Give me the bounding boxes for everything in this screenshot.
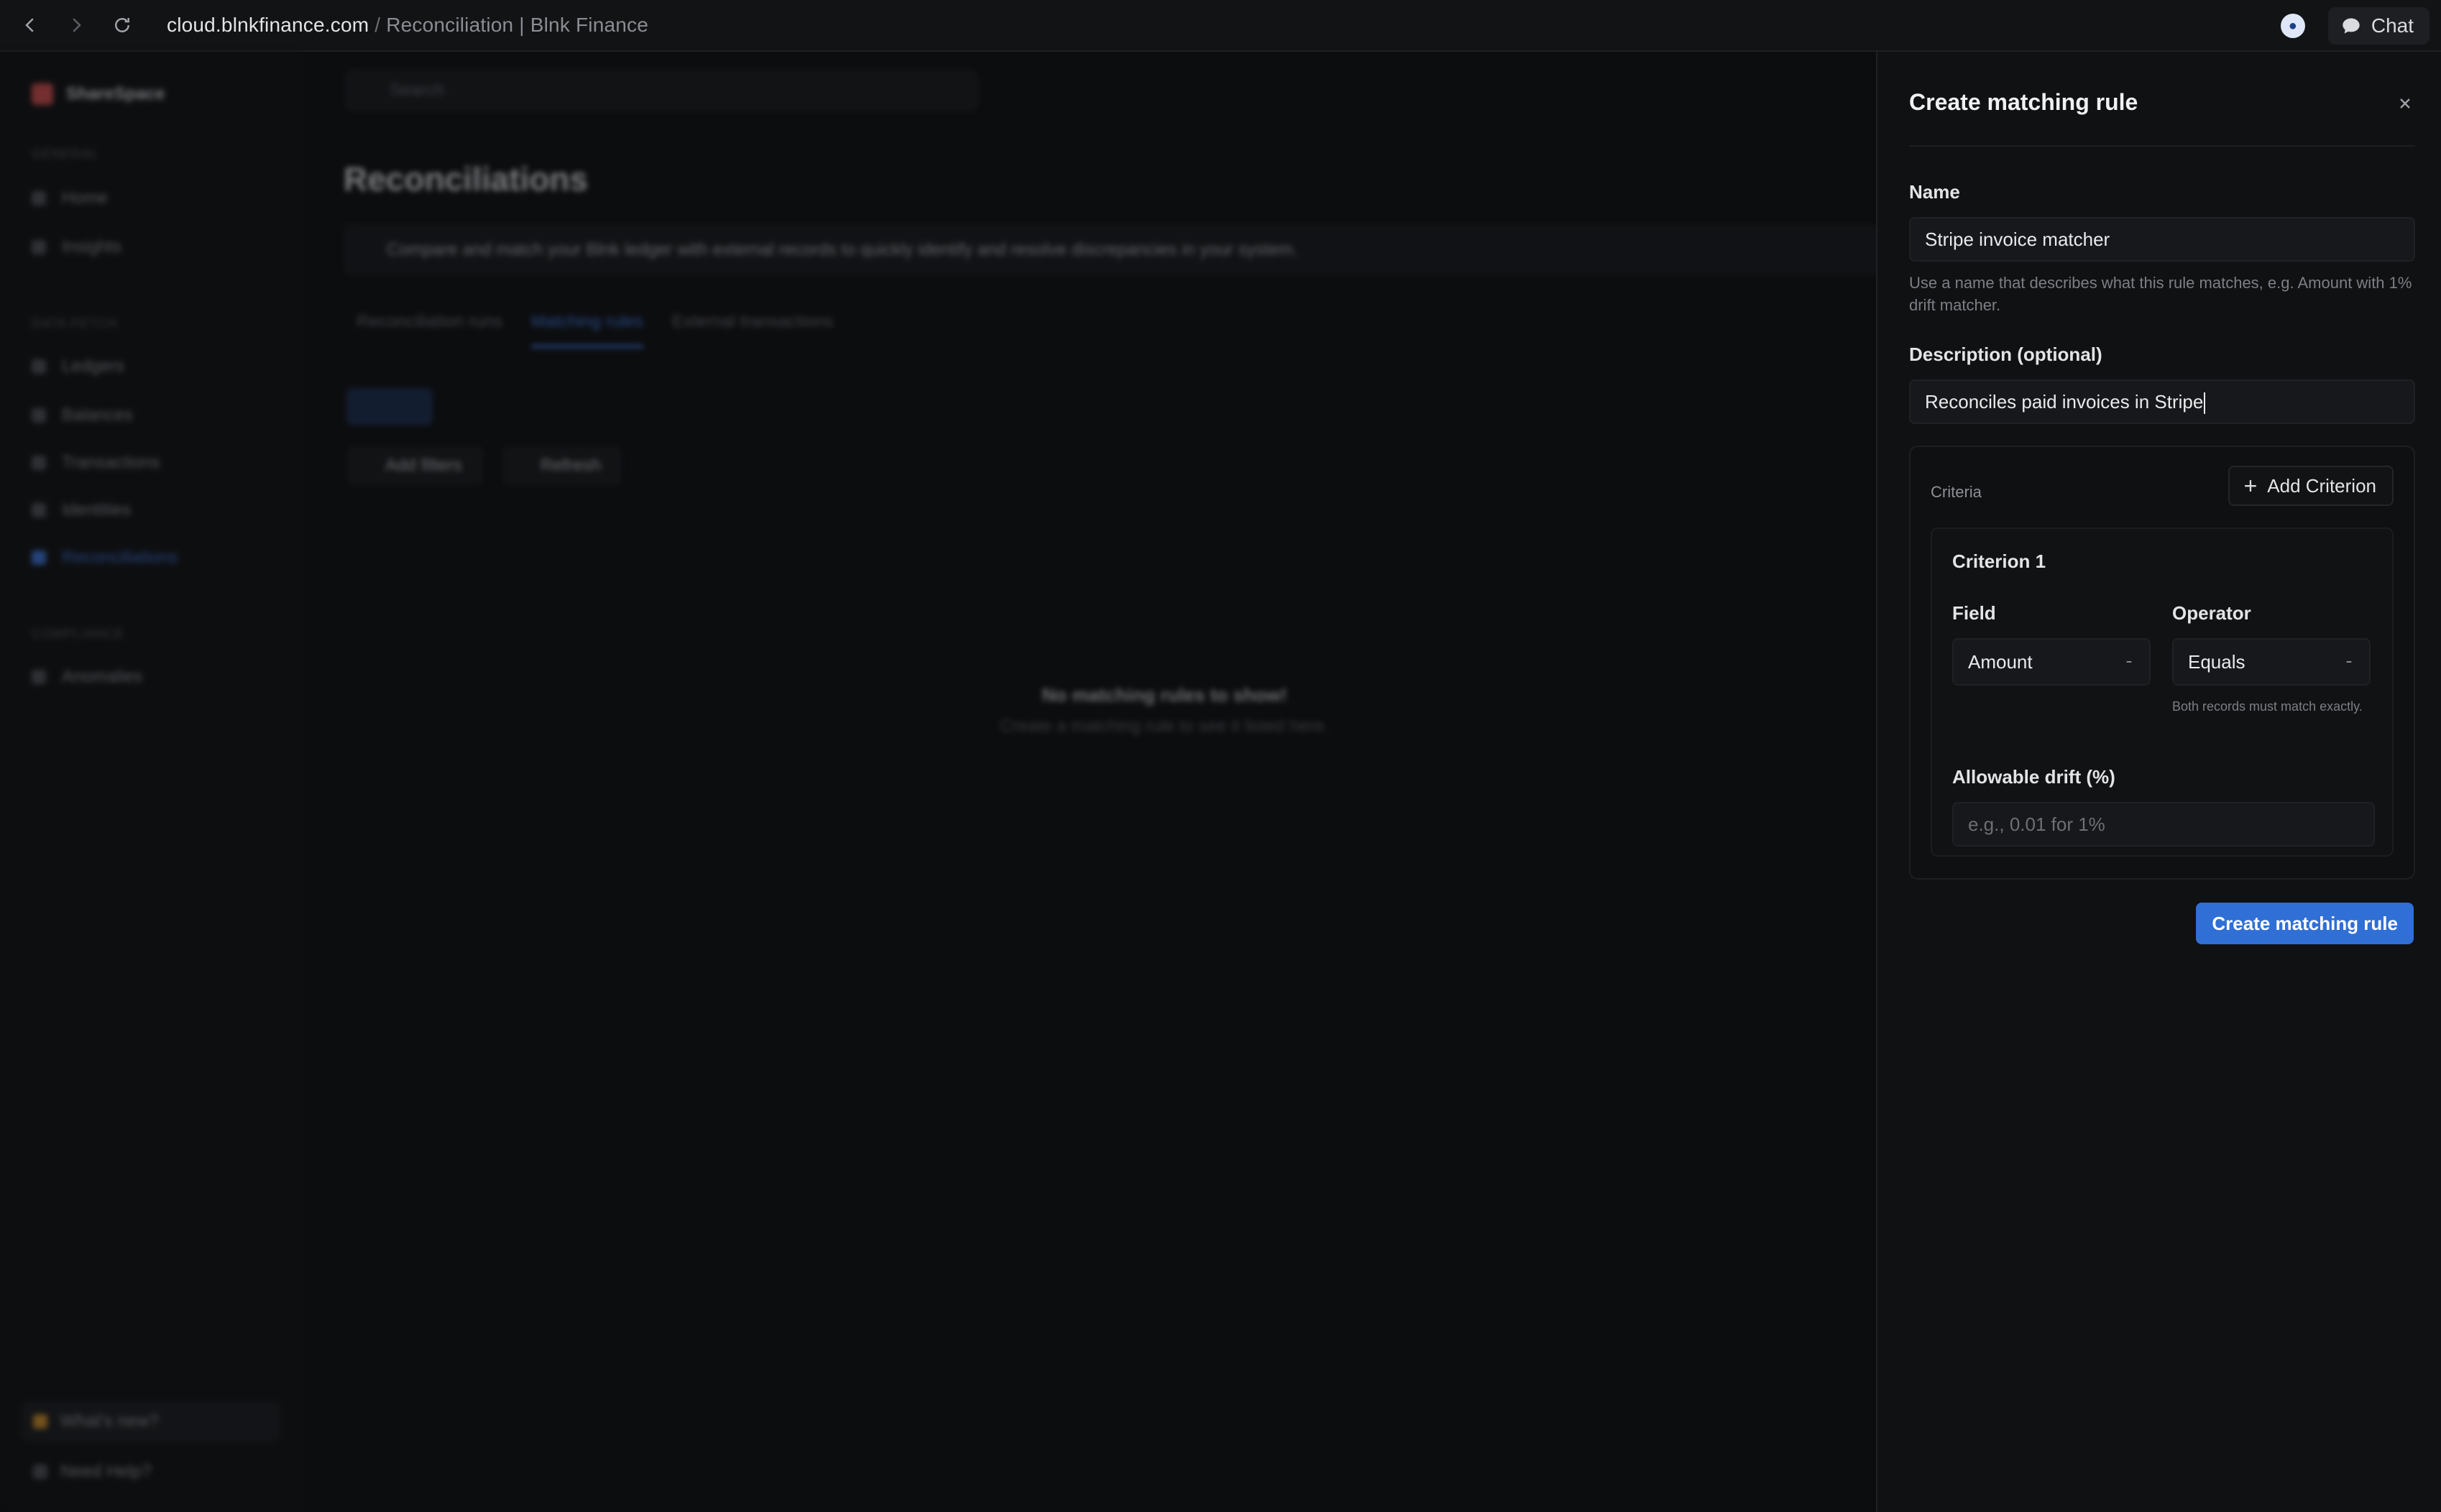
sidebar-item-home[interactable]: Home (32, 188, 108, 208)
add-filters-button[interactable]: Add filters (348, 447, 482, 484)
plus-icon: + (2243, 473, 2258, 499)
url-host: cloud.blnkfinance.com (167, 14, 369, 36)
reload-icon[interactable] (106, 9, 138, 41)
sidebar-item-label: Insights (62, 237, 121, 257)
drawer-title: Create matching rule (1909, 89, 2138, 115)
tab-matching-rules[interactable]: Matching rules (530, 312, 643, 348)
ledgers-icon (32, 359, 46, 374)
url-page-title: Reconciliation | Blnk Finance (386, 14, 649, 36)
add-criterion-button[interactable]: + Add Criterion (2228, 466, 2394, 506)
refresh-button[interactable]: Refresh (503, 447, 622, 484)
sidebar-item-ledgers[interactable]: Ledgers (32, 356, 124, 377)
description-value: Reconciles paid invoices in Stripe (1925, 391, 2204, 412)
tabs: Reconciliation runs Matching rules Exter… (357, 312, 833, 348)
criterion-card: Criterion 1 Field Operator Amount Equals… (1931, 527, 2394, 857)
balances-icon (32, 408, 46, 423)
operator-label: Operator (2172, 602, 2251, 624)
operator-select[interactable]: Equals (2172, 638, 2371, 686)
name-label: Name (1909, 181, 1960, 203)
info-banner: Compare and match your Blnk ledger with … (344, 224, 1882, 276)
field-label: Field (1952, 602, 1996, 624)
sidebar-item-label: Ledgers (62, 356, 124, 376)
chevron-down-icon (2126, 661, 2132, 663)
workspace-logo (32, 83, 53, 105)
sidebar-section-general: GENERAL (32, 147, 99, 161)
background-app: ShareSpace GENERAL Home Insights DATA FE… (0, 52, 1882, 1512)
need-help-button[interactable]: Need Help? (22, 1452, 280, 1492)
browser-toolbar: cloud.blnkfinance.com / Reconciliation |… (0, 0, 2441, 52)
url-separator: / (369, 14, 387, 36)
sparkle-icon (33, 1414, 47, 1429)
tab-reconciliation-runs[interactable]: Reconciliation runs (357, 312, 502, 348)
text-cursor (2204, 392, 2206, 415)
divider (1909, 145, 2415, 147)
chat-bubble-icon (2343, 18, 2360, 34)
transactions-icon (32, 456, 46, 470)
field-select-value: Amount (1968, 650, 2033, 673)
empty-state: No matching rules to show! Create a matc… (963, 641, 1366, 737)
identities-icon (32, 503, 46, 517)
sidebar-section-compliance: COMPLIANCE (32, 627, 125, 641)
sidebar-item-label: Balances (62, 405, 133, 425)
create-matching-rule-drawer: Create matching rule Name Stripe invoice… (1876, 52, 2441, 1512)
chat-label: Chat (2371, 14, 2414, 37)
tab-external-transactions[interactable]: External transactions (672, 312, 833, 348)
home-icon (32, 191, 46, 206)
name-help-text: Use a name that describes what this rule… (1909, 274, 2412, 314)
chevron-down-icon (2346, 661, 2352, 663)
description-input[interactable]: Reconciles paid invoices in Stripe (1909, 379, 2415, 424)
empty-state-title: No matching rules to show! (1042, 684, 1287, 706)
operator-help-text: Both records must match exactly. (2172, 699, 2363, 714)
insights-icon (32, 240, 46, 254)
create-matching-rule-button[interactable]: Create matching rule (2196, 903, 2414, 944)
help-icon (33, 1465, 47, 1479)
back-icon[interactable] (14, 9, 46, 41)
sidebar-item-label: Anomalies (62, 667, 143, 686)
empty-state-subtitle: Create a matching rule to see it listed … (1000, 716, 1329, 736)
close-icon[interactable] (2391, 89, 2419, 118)
sidebar-item-anomalies[interactable]: Anomalies (32, 667, 142, 687)
whats-new-label: What's new? (60, 1411, 159, 1431)
sidebar-item-label: Home (62, 188, 109, 208)
criteria-section: Criteria + Add Criterion Criterion 1 Fie… (1909, 446, 2415, 880)
search-input[interactable]: Search (345, 70, 978, 111)
sidebar-item-label: Identities (62, 500, 132, 520)
whats-new-button[interactable]: What's new? (22, 1401, 280, 1442)
name-input[interactable]: Stripe invoice matcher (1909, 217, 2415, 262)
extension-icon[interactable]: ● (2280, 14, 2305, 38)
main-content: Search Reconciliations Compare and match… (302, 52, 1882, 1512)
field-select[interactable]: Amount (1952, 638, 2151, 686)
reconciliations-icon (32, 550, 46, 565)
name-value: Stripe invoice matcher (1925, 229, 2110, 250)
criteria-label: Criteria (1931, 483, 1982, 501)
sidebar-item-identities[interactable]: Identities (32, 500, 131, 520)
need-help-label: Need Help? (60, 1462, 152, 1481)
address-bar[interactable]: cloud.blnkfinance.com / Reconciliation |… (167, 14, 648, 37)
sidebar-section-data: DATA FETCH (32, 316, 118, 331)
sidebar-item-insights[interactable]: Insights (32, 237, 121, 257)
anomalies-icon (32, 670, 46, 684)
description-label: Description (optional) (1909, 344, 2102, 365)
forward-icon[interactable] (60, 9, 92, 41)
page-title: Reconciliations (344, 160, 588, 198)
drift-label: Allowable drift (%) (1952, 766, 2115, 788)
filter-chip[interactable] (346, 388, 433, 425)
sidebar-item-transactions[interactable]: Transactions (32, 453, 160, 473)
sidebar-item-label: Transactions (62, 453, 160, 472)
sidebar-item-balances[interactable]: Balances (32, 405, 133, 425)
add-criterion-label: Add Criterion (2267, 474, 2376, 497)
sidebar: ShareSpace GENERAL Home Insights DATA FE… (0, 52, 302, 1512)
operator-select-value: Equals (2188, 650, 2245, 673)
drift-input[interactable]: e.g., 0.01 for 1% (1952, 802, 2375, 847)
criterion-title: Criterion 1 (1952, 550, 2046, 572)
sidebar-item-label: Reconciliations (62, 548, 178, 567)
workspace-name: ShareSpace (66, 84, 165, 103)
workspace-switcher[interactable]: ShareSpace (32, 83, 165, 105)
chat-button[interactable]: Chat (2327, 7, 2429, 45)
sidebar-item-reconciliations[interactable]: Reconciliations (32, 548, 178, 568)
